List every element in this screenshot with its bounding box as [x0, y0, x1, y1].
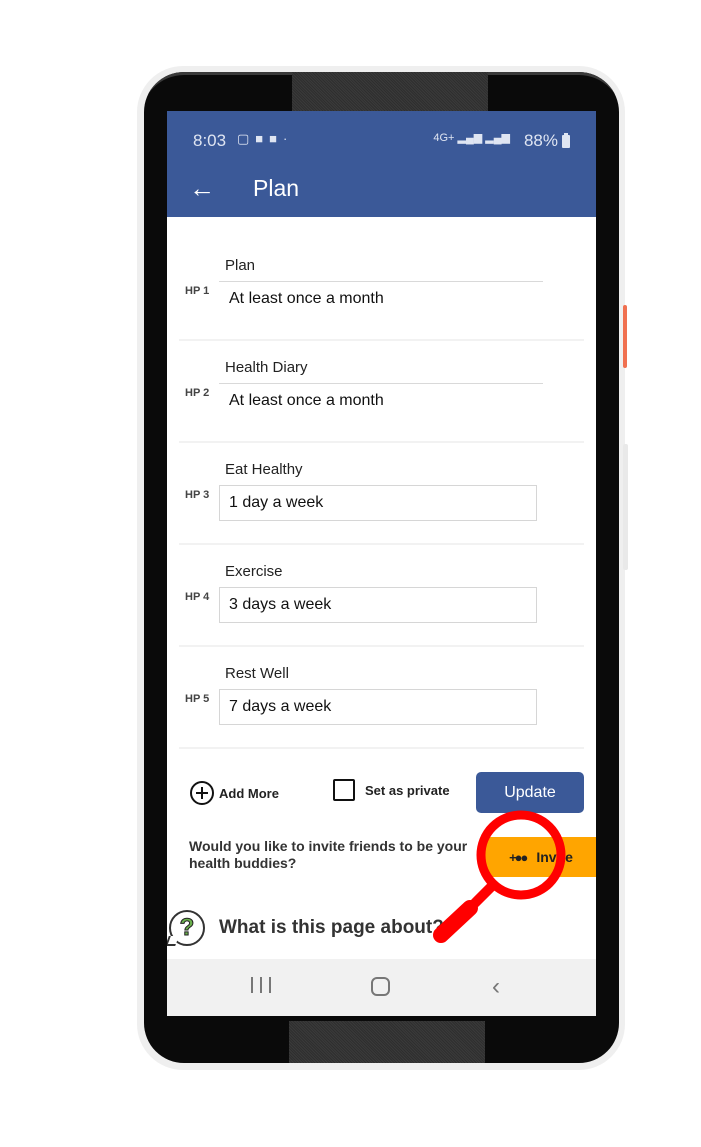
plan-name: Exercise — [225, 563, 283, 580]
gamepad-icon: ■ — [269, 131, 284, 146]
plan-frequency-field[interactable]: 1 day a week — [219, 485, 537, 521]
plan-item: Exercise HP 4 3 days a week — [179, 545, 584, 647]
invite-label: Invite — [536, 849, 573, 865]
app-bar: 8:03 ▢■■· 4G+ ▂▄▆ ▂▄▆ 88% ← Plan — [167, 111, 596, 217]
invite-prompt: Would you like to invite friends to be y… — [189, 838, 468, 871]
plan-frequency-field[interactable]: At least once a month — [219, 383, 543, 417]
plan-frequency-field[interactable]: 3 days a week — [219, 587, 537, 623]
status-bar: 8:03 ▢■■· 4G+ ▂▄▆ ▂▄▆ 88% — [193, 131, 570, 151]
update-button[interactable]: Update — [476, 772, 584, 813]
private-checkbox[interactable] — [333, 779, 355, 801]
page-title: Plan — [253, 175, 300, 201]
phone-side-button-lower — [623, 444, 628, 570]
question-bubble-icon[interactable]: ? — [169, 910, 205, 946]
recent-apps-icon[interactable] — [251, 977, 271, 995]
add-more-button[interactable]: Add More — [190, 781, 279, 805]
plan-hp-label: HP 1 — [185, 285, 210, 297]
plan-hp-label: HP 3 — [185, 489, 210, 501]
plan-name: Health Diary — [225, 359, 308, 376]
gamepad-icon: ■ — [255, 131, 270, 146]
phone-side-button — [623, 305, 627, 368]
plan-hp-label: HP 5 — [185, 693, 210, 705]
plan-frequency-field[interactable]: 7 days a week — [219, 689, 537, 725]
private-label: Set as private — [365, 782, 450, 798]
laptop-icon: ▢ — [237, 131, 256, 146]
page-help-link[interactable]: What is this page about? — [219, 917, 444, 939]
set-private-toggle: Set as private — [333, 779, 450, 801]
add-people-icon: +●● — [509, 849, 528, 865]
plus-circle-icon — [190, 781, 214, 805]
add-more-label: Add More — [219, 785, 279, 801]
arrow-left-icon[interactable]: ← — [189, 173, 215, 203]
battery-icon — [562, 132, 570, 148]
signal-icons: 4G+ ▂▄▆ ▂▄▆ — [433, 131, 510, 144]
plan-name: Plan — [225, 257, 256, 274]
signal-icon: ▂▄▆ ▂▄▆ — [457, 132, 510, 144]
plan-hp-label: HP 4 — [185, 591, 210, 603]
plan-frequency-field[interactable]: At least once a month — [219, 281, 543, 315]
invite-section: Would you like to invite friends to be y… — [189, 837, 596, 879]
app-screen: 8:03 ▢■■· 4G+ ▂▄▆ ▂▄▆ 88% ← Plan Plan HP… — [167, 111, 596, 1016]
notification-icons: ▢■■· — [237, 131, 293, 147]
nav-back-icon[interactable]: ‹ — [492, 973, 500, 1001]
dot-icon: · — [283, 131, 294, 146]
battery-status: 88% — [524, 131, 570, 151]
plan-item: Plan HP 1 At least once a month — [179, 239, 584, 341]
toolbar: ← Plan — [167, 169, 596, 209]
phone-speaker-bottom — [289, 1021, 485, 1063]
plan-actions: Add More Set as private Update — [167, 769, 596, 817]
plan-name: Eat Healthy — [225, 461, 303, 478]
plan-list: Plan HP 1 At least once a month Health D… — [179, 239, 584, 749]
network-type: 4G+ — [433, 132, 455, 144]
battery-level: 88% — [523, 131, 558, 150]
invite-button[interactable]: +●● Invite — [485, 837, 596, 877]
home-icon[interactable] — [371, 977, 390, 996]
plan-item: Health Diary HP 2 At least once a month — [179, 341, 584, 443]
plan-item: Rest Well HP 5 7 days a week — [179, 647, 584, 749]
status-time: 8:03 — [193, 131, 227, 150]
phone-speaker-top — [292, 72, 488, 112]
page-help: ? What is this page about? — [167, 908, 596, 948]
plan-name: Rest Well — [225, 665, 289, 682]
plan-hp-label: HP 2 — [185, 387, 210, 399]
system-nav-bar: ‹ — [167, 959, 596, 1016]
plan-item: Eat Healthy HP 3 1 day a week — [179, 443, 584, 545]
